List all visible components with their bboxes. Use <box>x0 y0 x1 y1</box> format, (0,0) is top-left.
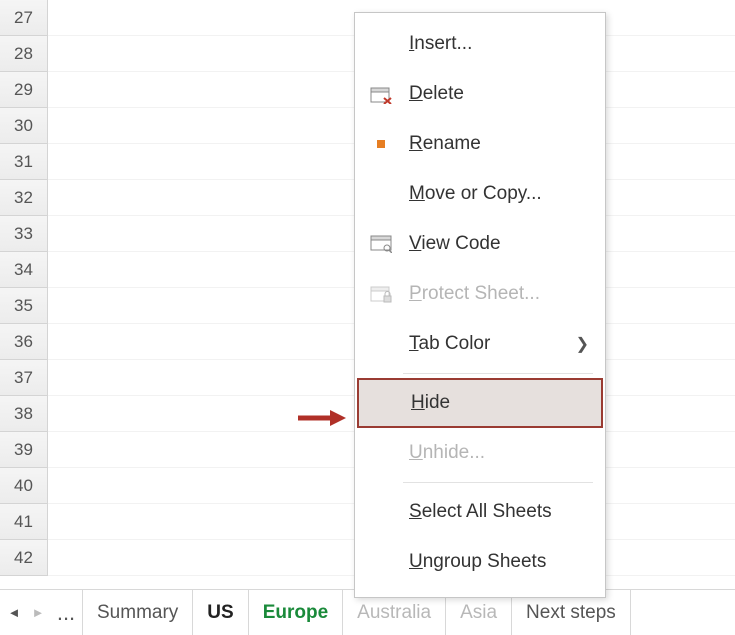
tab-nav-next[interactable]: ► <box>26 590 50 635</box>
menu-protect-sheet: Protect Sheet... <box>355 269 605 319</box>
tab-overflow[interactable]: ... <box>50 590 82 635</box>
sheet-tab-us[interactable]: US <box>192 590 248 635</box>
row-header[interactable]: 27 <box>0 0 47 36</box>
sheet-tab-europe[interactable]: Europe <box>248 590 343 635</box>
menu-unhide: Unhide... <box>355 428 605 478</box>
sheet-tab-summary[interactable]: Summary <box>82 590 193 635</box>
menu-select-all-sheets[interactable]: Select All Sheets <box>355 487 605 537</box>
tab-nav-prev[interactable]: ◄ <box>2 590 26 635</box>
menu-separator <box>403 373 593 374</box>
protect-sheet-icon <box>369 282 393 306</box>
menu-delete[interactable]: Delete <box>355 69 605 119</box>
row-header[interactable]: 31 <box>0 144 47 180</box>
row-header[interactable]: 40 <box>0 468 47 504</box>
menu-hide[interactable]: Hide <box>357 378 603 428</box>
view-code-icon <box>369 232 393 256</box>
chevron-right-icon: ❯ <box>576 334 589 354</box>
row-header[interactable]: 28 <box>0 36 47 72</box>
menu-rename[interactable]: Rename <box>355 119 605 169</box>
row-header[interactable]: 35 <box>0 288 47 324</box>
row-header[interactable]: 38 <box>0 396 47 432</box>
annotation-arrow-icon <box>296 408 346 428</box>
menu-view-code[interactable]: View Code <box>355 219 605 269</box>
row-header[interactable]: 34 <box>0 252 47 288</box>
row-headers: 27 28 29 30 31 32 33 34 35 36 37 38 39 4… <box>0 0 48 576</box>
row-header[interactable]: 41 <box>0 504 47 540</box>
menu-tab-color[interactable]: Tab Color ❯ <box>355 319 605 369</box>
row-header[interactable]: 42 <box>0 540 47 576</box>
delete-icon <box>369 82 393 106</box>
menu-insert[interactable]: Insert... <box>355 19 605 69</box>
rename-icon <box>369 132 393 156</box>
row-header[interactable]: 39 <box>0 432 47 468</box>
menu-separator <box>403 482 593 483</box>
row-header[interactable]: 32 <box>0 180 47 216</box>
menu-ungroup-sheets[interactable]: Ungroup Sheets <box>355 537 605 587</box>
row-header[interactable]: 29 <box>0 72 47 108</box>
sheet-tab-context-menu: Insert... Delete Rename Move or Copy... … <box>354 12 606 598</box>
row-header[interactable]: 30 <box>0 108 47 144</box>
row-header[interactable]: 33 <box>0 216 47 252</box>
row-header[interactable]: 37 <box>0 360 47 396</box>
row-header[interactable]: 36 <box>0 324 47 360</box>
menu-move-or-copy[interactable]: Move or Copy... <box>355 169 605 219</box>
